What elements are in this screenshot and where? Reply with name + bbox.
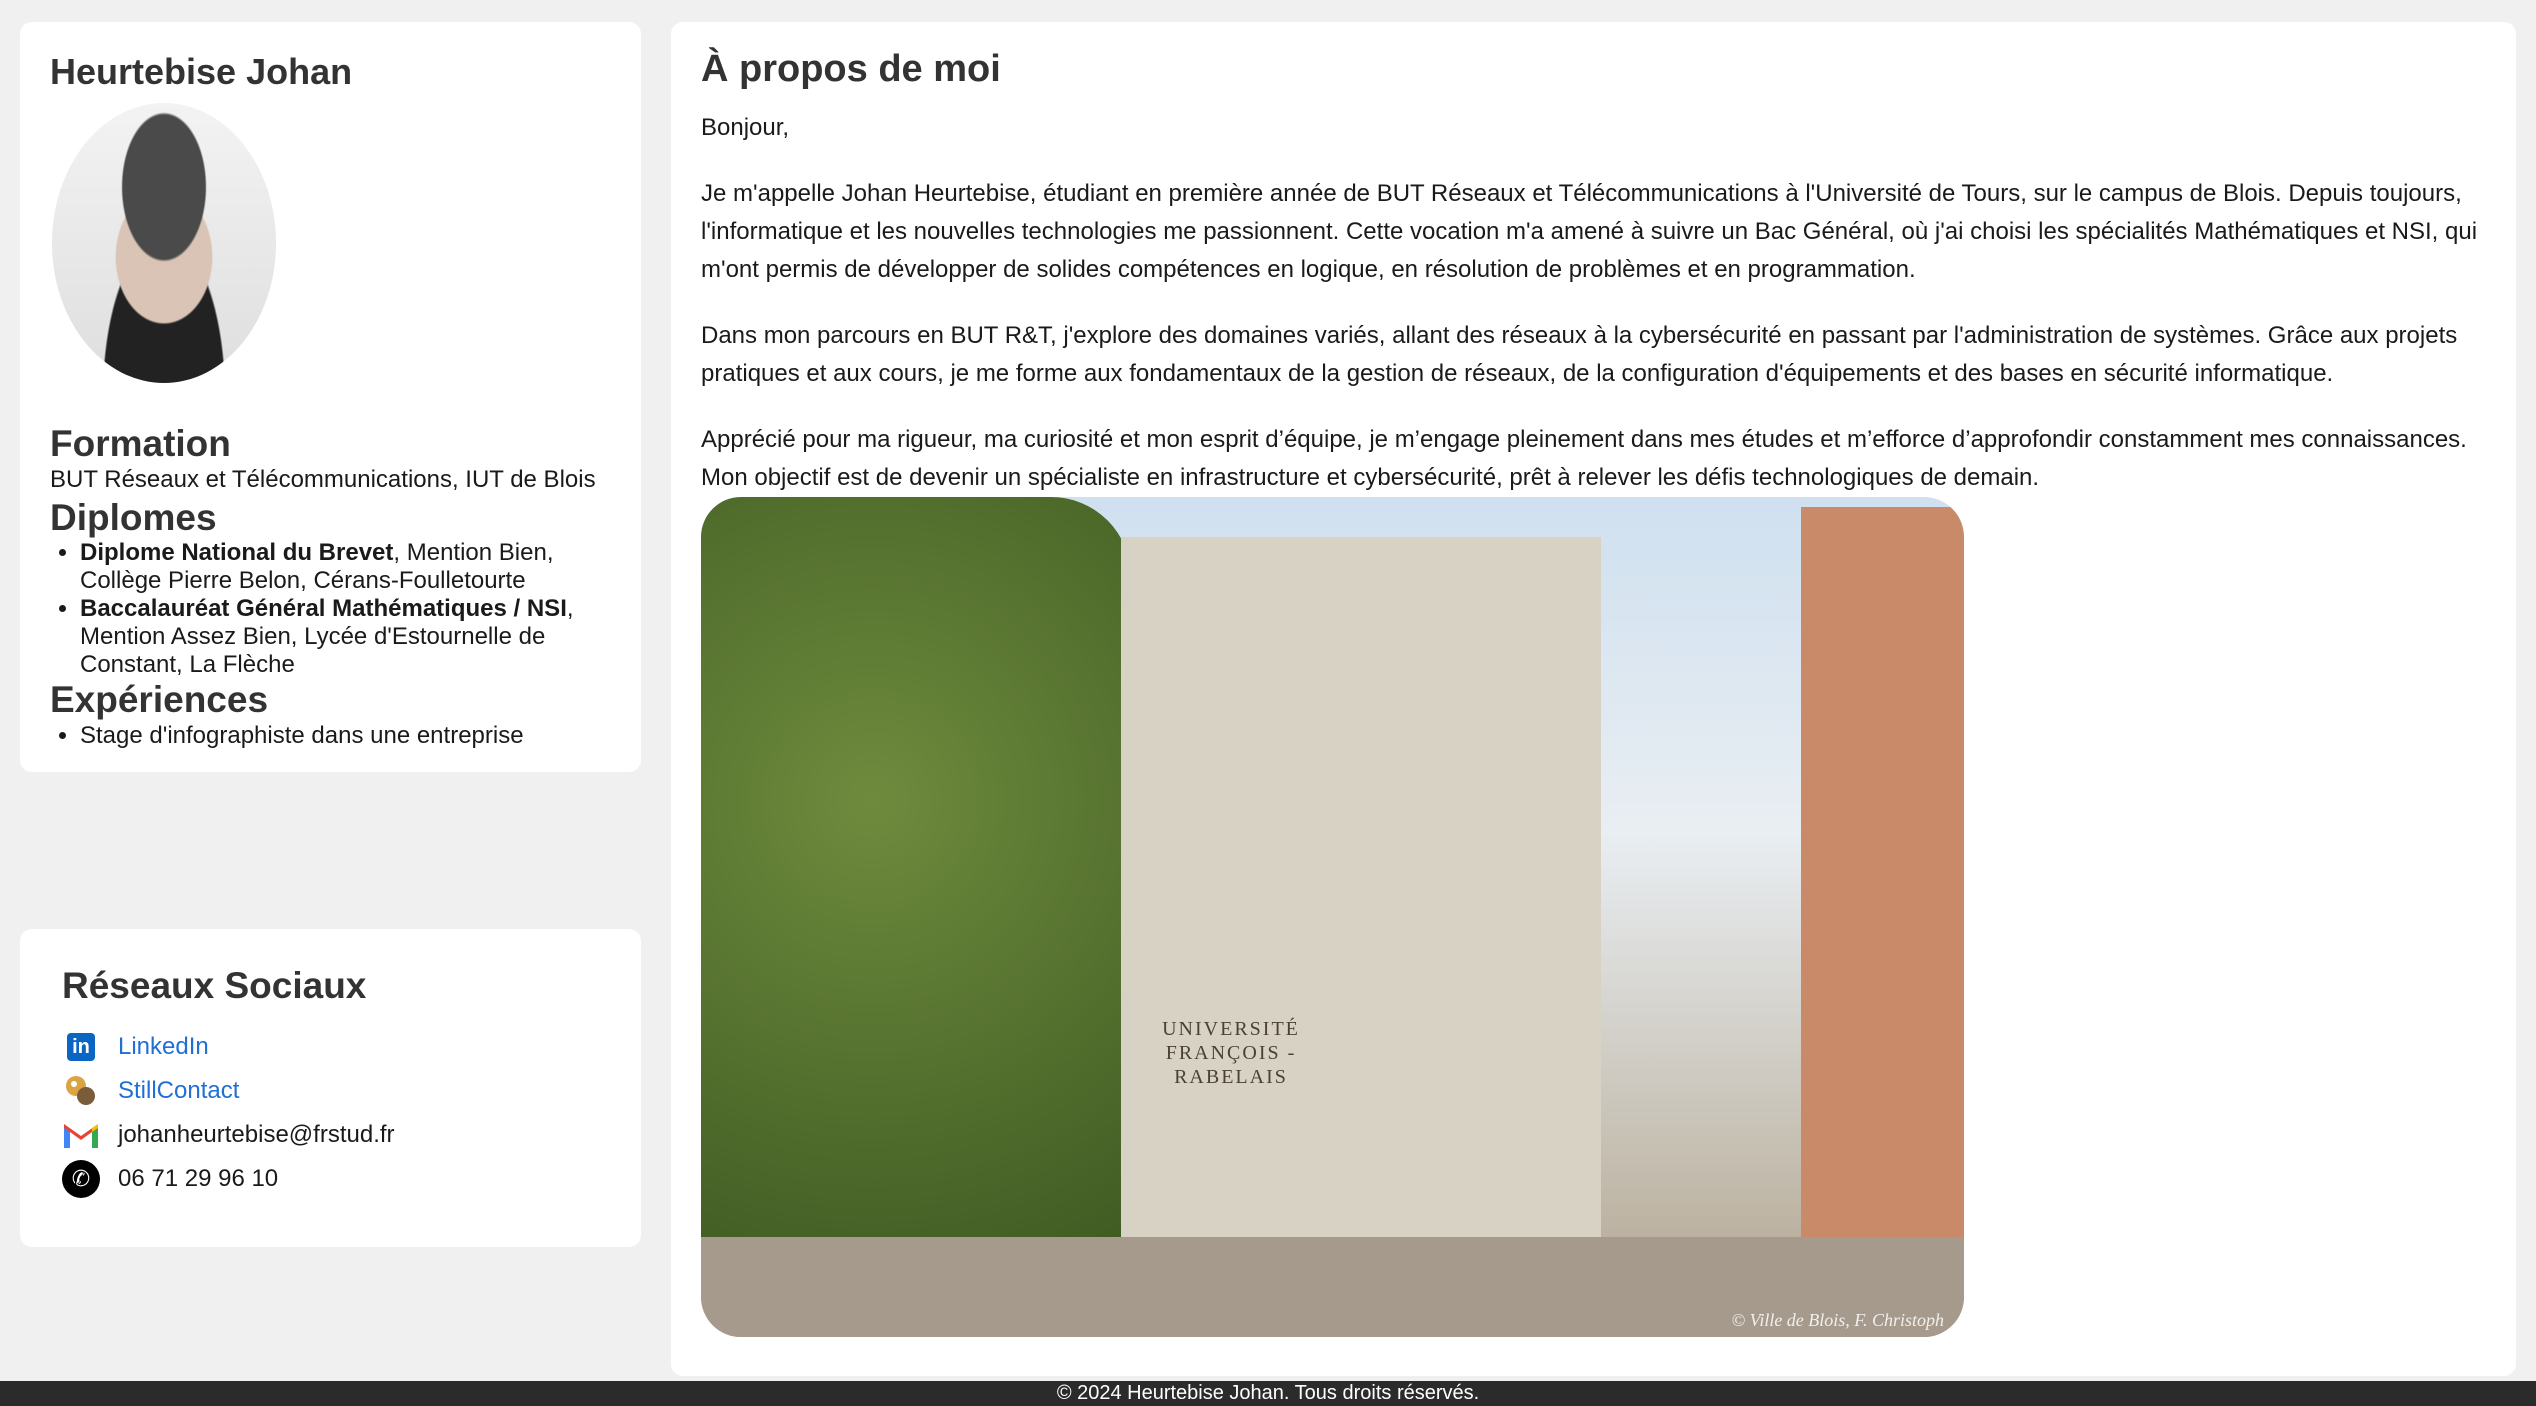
brick-building	[1801, 507, 1964, 1257]
profile-card: Heurtebise Johan Formation BUT Réseaux e…	[20, 22, 641, 772]
sign-line: UNIVERSITÉ	[1162, 1018, 1300, 1040]
phone-text: 06 71 29 96 10	[118, 1165, 279, 1192]
linkedin-link[interactable]: LinkedIn	[118, 1033, 209, 1061]
phone-icon: ✆	[62, 1160, 100, 1198]
photo-credit: © Ville de Blois, F. Christoph	[1731, 1310, 1944, 1330]
email-text: johanheurtebise@frstud.fr	[118, 1121, 395, 1148]
experiences-list: Stage d'infographiste dans une entrepris…	[50, 722, 611, 750]
about-paragraph: Dans mon parcours en BUT R&T, j'explore …	[701, 322, 2458, 387]
diplomes-list: Diplome National du Brevet, Mention Bien…	[50, 539, 611, 679]
social-heading: Réseaux Sociaux	[62, 965, 367, 1006]
list-item: Stage d'infographiste dans une entrepris…	[80, 722, 611, 750]
about-greeting: Bonjour,	[701, 114, 790, 141]
formation-heading: Formation	[50, 423, 231, 465]
diplome-name: Diplome National du Brevet	[80, 539, 394, 567]
campus-photo: UNIVERSITÉ FRANÇOIS - RABELAIS © Ville d…	[701, 497, 1964, 1337]
ivy-tower	[701, 497, 1131, 1257]
list-item: Baccalauréat Général Mathématiques / NSI…	[80, 595, 611, 679]
formation-text: BUT Réseaux et Télécommunications, IUT d…	[50, 465, 596, 493]
about-paragraph: Je m'appelle Johan Heurtebise, étudiant …	[701, 180, 2478, 283]
gmail-icon	[62, 1116, 100, 1154]
sign-line: FRANÇOIS - RABELAIS	[1165, 1042, 1297, 1088]
social-item-email: johanheurtebise@frstud.fr	[62, 1113, 599, 1157]
university-sign: UNIVERSITÉ FRANÇOIS - RABELAIS	[1131, 1017, 1331, 1088]
social-item-phone: ✆ 06 71 29 96 10	[62, 1157, 599, 1201]
experiences-heading: Expériences	[50, 679, 269, 721]
linkedin-icon: in	[62, 1028, 100, 1066]
social-card: Réseaux Sociaux in LinkedIn StillContact…	[20, 929, 641, 1247]
stillcontact-icon	[62, 1072, 100, 1110]
profile-name: Heurtebise Johan	[50, 51, 353, 92]
university-building	[1121, 537, 1601, 1257]
about-paragraph: Apprécié pour ma rigueur, ma curiosité e…	[701, 426, 2467, 491]
social-item-linkedin: in LinkedIn	[62, 1025, 599, 1069]
avatar	[52, 103, 276, 384]
about-card: À propos de moi Bonjour, Je m'appelle Jo…	[671, 22, 2516, 1376]
diplomes-heading: Diplomes	[50, 496, 217, 538]
stillcontact-link[interactable]: StillContact	[118, 1077, 239, 1105]
about-heading: À propos de moi	[701, 48, 1001, 90]
footer-text: © 2024 Heurtebise Johan. Tous droits rés…	[1056, 1382, 1480, 1404]
footer: © 2024 Heurtebise Johan. Tous droits rés…	[0, 1381, 2536, 1406]
social-item-stillcontact: StillContact	[62, 1069, 599, 1113]
diplome-name: Baccalauréat Général Mathématiques / NSI	[80, 595, 567, 623]
list-item: Diplome National du Brevet, Mention Bien…	[80, 539, 611, 595]
